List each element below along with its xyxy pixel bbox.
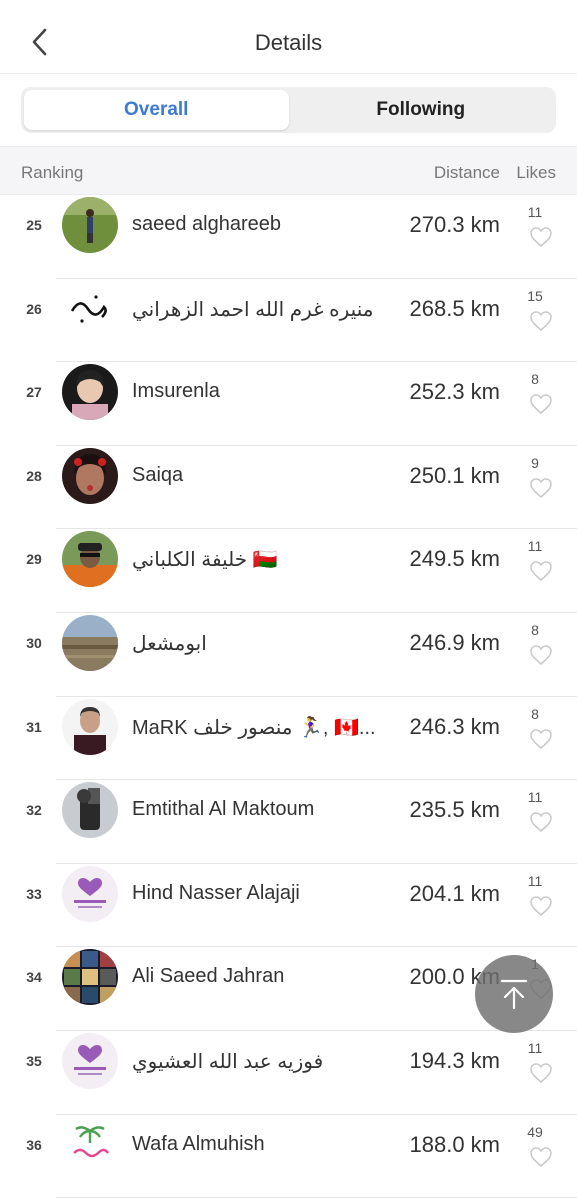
leaderboard-list: 25 saeed alghareeb 270.3 km 11 26 منيره … [0, 195, 577, 1198]
heart-outline-icon[interactable] [529, 811, 553, 833]
distance-value: 246.3 km [409, 713, 501, 739]
rank-number: 36 [26, 1136, 42, 1153]
distance-value: 235.5 km [409, 797, 501, 823]
athlete-name: Hind Nasser Alajaji [132, 881, 300, 904]
avatar[interactable] [62, 364, 118, 421]
rank-number: 33 [26, 885, 42, 902]
leaderboard-row[interactable]: 29 خليفة الكلباني 🇴🇲 249.5 km 11 [0, 529, 577, 613]
athlete-name: Emtithal Al Maktoum [132, 798, 315, 821]
column-header: Ranking Distance Likes [0, 146, 577, 195]
distance-value: 246.9 km [409, 629, 501, 655]
leaderboard-row[interactable]: 36 Wafa Almuhish 188.0 km 49 [0, 1115, 577, 1199]
avatar[interactable] [62, 1032, 118, 1089]
likes-count: 9 [531, 454, 539, 471]
tab-following[interactable]: Following [289, 90, 554, 130]
avatar[interactable] [62, 949, 118, 1006]
rank-number: 29 [26, 551, 42, 568]
likes-count: 11 [527, 538, 543, 555]
likes-count: 8 [531, 621, 539, 638]
likes-count: 11 [527, 872, 543, 889]
arrow-up-to-top-icon [500, 979, 528, 1010]
heart-outline-icon[interactable] [529, 728, 553, 750]
likes-column-label: Likes [516, 163, 556, 182]
likes-count: 15 [527, 287, 543, 304]
likes-count: 8 [531, 371, 539, 388]
leaderboard-row[interactable]: 26 منيره غرم الله احمد الزهراني 268.5 km… [0, 279, 577, 363]
athlete-name: Ali Saeed Jahran [132, 965, 285, 988]
avatar[interactable] [62, 447, 118, 504]
heart-outline-icon[interactable] [529, 644, 553, 666]
rank-number: 26 [26, 300, 42, 317]
rank-number: 31 [26, 718, 42, 735]
distance-column-label: Distance [433, 163, 500, 182]
distance-value: 250.1 km [409, 462, 501, 488]
avatar[interactable] [62, 531, 118, 588]
leaderboard-row[interactable]: 28 Saiqa 250.1 km 9 [0, 446, 577, 530]
likes-count: 11 [527, 1039, 543, 1056]
avatar[interactable] [62, 782, 118, 839]
avatar[interactable] [62, 197, 118, 253]
distance-value: 204.1 km [409, 880, 501, 906]
distance-value: 252.3 km [409, 379, 501, 405]
athlete-name: فوزيه عبد الله العشيوي [132, 1050, 324, 1073]
leaderboard-row[interactable]: 32 Emtithal Al Maktoum 235.5 km 11 [0, 780, 577, 864]
athlete-name: Imsurenla [132, 380, 220, 403]
heart-outline-icon[interactable] [529, 393, 553, 415]
heart-outline-icon[interactable] [529, 895, 553, 917]
leaderboard-row[interactable]: 27 Imsurenla 252.3 km 8 [0, 362, 577, 446]
rank-number: 27 [26, 384, 42, 401]
ranking-column-label: Ranking [21, 163, 84, 182]
athlete-name: ابومشعل [132, 632, 207, 655]
leaderboard-row[interactable]: 30 ابومشعل 246.9 km 8 [0, 613, 577, 697]
athlete-name: saeed alghareeb [132, 213, 282, 235]
heart-outline-icon[interactable] [529, 226, 553, 248]
rank-number: 25 [26, 217, 42, 233]
avatar[interactable] [62, 865, 118, 922]
distance-value: 188.0 km [409, 1131, 501, 1157]
heart-outline-icon[interactable] [529, 560, 553, 582]
rank-number: 32 [26, 802, 42, 819]
avatar[interactable] [62, 614, 118, 671]
heart-outline-icon[interactable] [529, 1062, 553, 1084]
leaderboard-row[interactable]: 31 MaRK منصور خلف 🏃‍♀️, 🇨🇦... 246.3 km 8 [0, 697, 577, 781]
distance-value: 268.5 km [409, 295, 501, 321]
heart-outline-icon[interactable] [529, 477, 553, 499]
athlete-name: منيره غرم الله احمد الزهراني [132, 298, 374, 321]
leaderboard-row[interactable]: 33 Hind Nasser Alajaji 204.1 km 11 [0, 864, 577, 948]
avatar[interactable] [62, 280, 118, 337]
page-title: Details [254, 30, 323, 55]
distance-value: 194.3 km [409, 1047, 501, 1073]
athlete-name: MaRK منصور خلف 🏃‍♀️, 🇨🇦... [132, 716, 376, 739]
athlete-name: Wafa Almuhish [132, 1132, 265, 1155]
heart-outline-icon[interactable] [529, 310, 553, 332]
likes-count: 8 [531, 705, 539, 722]
avatar[interactable] [62, 698, 118, 755]
rank-number: 35 [26, 1052, 42, 1069]
athlete-name: Saiqa [132, 463, 184, 486]
distance-value: 249.5 km [409, 546, 501, 572]
navigation-bar: Details [0, 0, 577, 74]
leaderboard-row[interactable]: 35 فوزيه عبد الله العشيوي 194.3 km 11 [0, 1031, 577, 1115]
rank-number: 28 [26, 467, 42, 484]
leaderboard-row[interactable]: 25 saeed alghareeb 270.3 km 11 [0, 195, 577, 279]
distance-value: 270.3 km [409, 212, 501, 237]
avatar[interactable] [62, 1116, 118, 1173]
rank-number: 34 [26, 969, 42, 986]
tab-overall[interactable]: Overall [24, 90, 289, 130]
likes-count: 11 [527, 789, 543, 806]
heart-outline-icon[interactable] [529, 1146, 553, 1168]
segmented-control: Overall Following [21, 87, 556, 133]
rank-number: 30 [26, 634, 42, 651]
athlete-name: خليفة الكلباني 🇴🇲 [132, 549, 278, 572]
likes-count: 11 [527, 204, 543, 220]
scroll-to-top-button[interactable] [475, 955, 553, 1033]
likes-count: 49 [527, 1123, 543, 1140]
